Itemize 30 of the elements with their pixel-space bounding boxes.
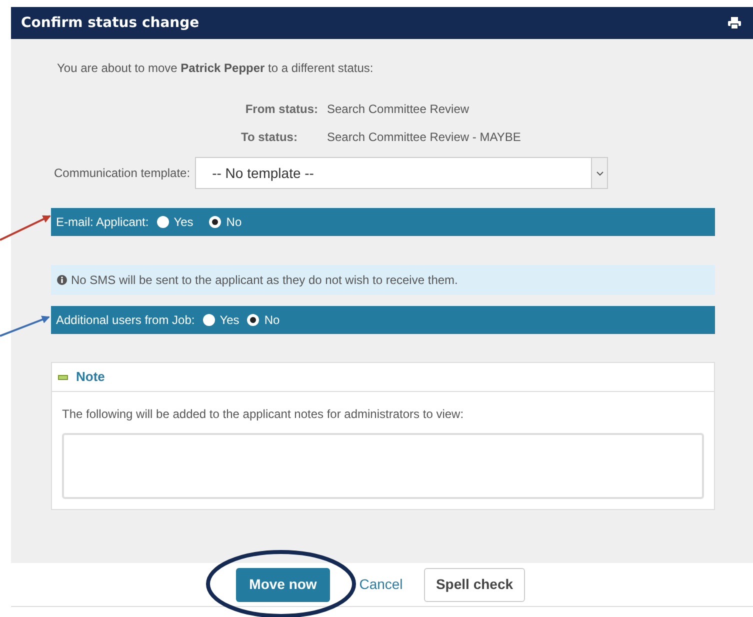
radio-button[interactable] [202,314,215,326]
note-title[interactable]: Note [76,367,105,387]
template-label: Communication template: [54,165,190,182]
spell-check-button[interactable]: Spell check [424,568,525,602]
info-icon [57,275,67,285]
radio-button[interactable] [209,216,222,228]
note-description: The following will be added to the applicant notes for administrators to view: [61,406,465,423]
dialog-title: Confirm status change [21,14,200,32]
radio-option[interactable]: No [247,311,280,329]
radio-option[interactable]: Yes [156,213,194,231]
print-icon[interactable] [728,17,741,29]
status-value: Search Committee Review - MAYBE [327,129,521,146]
annotation-arrow [0,316,50,337]
radio-button[interactable] [247,314,260,326]
radio-button[interactable] [156,216,169,228]
intro-text: You are about to move Patrick Pepper to a different status: [57,60,374,77]
move-now-button[interactable]: Move now [236,568,330,602]
option-label: E-mail: Applicant: [56,214,149,231]
radio-option[interactable]: No [209,213,242,231]
status-label: From status: [245,101,318,118]
cancel-link[interactable]: Cancel [346,568,416,602]
option-label: Additional users from Job: [56,312,195,329]
status-label: To status: [241,129,298,146]
caret-icon [596,170,604,176]
template-select[interactable]: -- No template -- [195,157,608,189]
status-value: Search Committee Review [327,101,470,118]
info-message: No SMS will be sent to the applicant as they do not wish to receive them. [71,272,458,289]
collapse-icon[interactable] [58,374,68,380]
annotation-arrow [0,215,51,241]
radio-option[interactable]: Yes [202,311,240,329]
